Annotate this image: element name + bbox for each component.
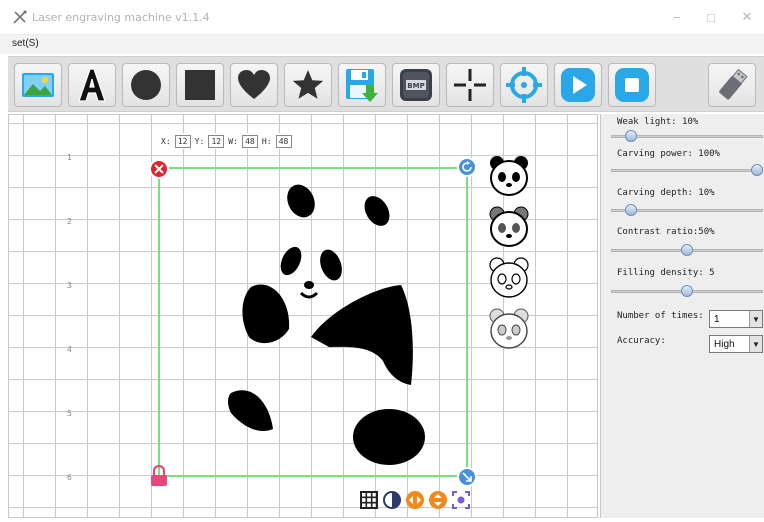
- circle-icon: [131, 70, 161, 100]
- image-edit-tools: [359, 490, 471, 510]
- target-button[interactable]: [500, 63, 548, 107]
- panda-thumb-light[interactable]: [487, 306, 531, 352]
- contrast-icon[interactable]: [382, 490, 402, 510]
- rotate-icon: [462, 161, 472, 172]
- panda-thumb-outline[interactable]: [487, 204, 531, 250]
- stop-button[interactable]: [608, 63, 656, 107]
- heart-shape-button[interactable]: [230, 63, 278, 107]
- chevron-down-icon: ▼: [749, 336, 762, 352]
- ruler-number: 3: [67, 281, 72, 290]
- w-label: W:: [228, 136, 238, 146]
- number-of-times-select[interactable]: 1 ▼: [709, 310, 763, 328]
- circle-shape-button[interactable]: [122, 63, 170, 107]
- resize-handle[interactable]: [457, 467, 477, 487]
- title-bar: Laser engraving machine v1.1.4 − □ ✕: [0, 0, 764, 34]
- lock-icon: [151, 465, 167, 486]
- play-icon: [561, 68, 595, 102]
- laser-app-icon: [13, 10, 27, 24]
- slider-knob[interactable]: [625, 204, 637, 216]
- chevron-down-icon: ▼: [749, 311, 762, 327]
- crosshair-icon: [454, 69, 486, 101]
- weak-light-slider[interactable]: [611, 130, 763, 142]
- filling-density-label: Filling density: 5: [617, 268, 715, 278]
- accuracy-select[interactable]: High ▼: [709, 335, 763, 353]
- square-shape-button[interactable]: [176, 63, 224, 107]
- contrast-ratio-slider[interactable]: [611, 244, 763, 256]
- carving-power-slider[interactable]: [611, 164, 763, 176]
- image-mode-thumbnails: [487, 153, 531, 357]
- flip-vertical-icon[interactable]: [428, 490, 448, 510]
- contrast-ratio-label: Contrast ratio:50%: [617, 227, 715, 237]
- y-label: Y:: [194, 136, 205, 146]
- selection-frame[interactable]: [158, 167, 468, 477]
- slider-knob[interactable]: [751, 164, 763, 176]
- stop-icon: [615, 68, 649, 102]
- lock-handle[interactable]: [150, 465, 168, 487]
- close-button[interactable]: ✕: [734, 6, 760, 28]
- accuracy-value: High: [714, 339, 735, 350]
- position-size-readout: X: 12 Y: 12 W: 48 H: 48: [159, 133, 294, 149]
- bmp-icon: BMP: [400, 69, 432, 101]
- ruler-number: 6: [67, 473, 72, 482]
- resize-arrow-icon: [462, 472, 472, 482]
- y-input[interactable]: 12: [208, 134, 225, 148]
- panda-thumb-sketch[interactable]: [487, 255, 531, 301]
- open-image-button[interactable]: [14, 63, 62, 107]
- x-label: X:: [161, 136, 171, 146]
- flip-horizontal-icon[interactable]: [405, 490, 425, 510]
- carving-depth-slider[interactable]: [611, 204, 763, 216]
- rotate-handle[interactable]: [457, 157, 477, 177]
- engraving-canvas[interactable]: 1 2 3 4 5 6 X: 12 Y: 12 W: 48 H: 48: [8, 114, 598, 518]
- center-icon[interactable]: [451, 490, 471, 510]
- delete-handle[interactable]: [149, 159, 169, 179]
- bmp-button[interactable]: BMP: [392, 63, 440, 107]
- accuracy-label: Accuracy:: [617, 336, 666, 346]
- number-of-times-value: 1: [714, 314, 720, 325]
- slider-track: [611, 169, 763, 172]
- slider-knob[interactable]: [625, 130, 637, 142]
- carving-depth-label: Carving depth: 10%: [617, 188, 715, 198]
- image-icon: [22, 73, 54, 97]
- slider-knob[interactable]: [681, 244, 693, 256]
- target-icon: [506, 67, 542, 103]
- width-input[interactable]: 48: [241, 134, 258, 148]
- crosshair-button[interactable]: [446, 63, 494, 107]
- height-input[interactable]: 48: [275, 134, 292, 148]
- menu-set[interactable]: set(S): [12, 38, 39, 49]
- window-title: Laser engraving machine v1.1.4: [32, 11, 210, 24]
- slider-knob[interactable]: [681, 285, 693, 297]
- save-download-icon: [346, 69, 378, 102]
- close-icon: [154, 164, 164, 174]
- bmp-label: BMP: [407, 82, 424, 90]
- toolbar: BMP: [8, 56, 764, 112]
- filling-density-slider[interactable]: [611, 285, 763, 297]
- ruler-number: 5: [67, 409, 72, 418]
- star-icon: [292, 70, 324, 99]
- weak-light-label: Weak light: 10%: [617, 117, 699, 127]
- menu-bar: set(S): [0, 34, 764, 54]
- star-shape-button[interactable]: [284, 63, 332, 107]
- ruler-number: 4: [67, 345, 72, 354]
- ruler-number: 1: [67, 153, 72, 162]
- settings-panel: Weak light: 10% Carving power: 100% Carv…: [600, 114, 764, 518]
- play-button[interactable]: [554, 63, 602, 107]
- heart-icon: [238, 70, 270, 99]
- text-button[interactable]: [68, 63, 116, 107]
- square-icon: [185, 70, 215, 100]
- maximize-button[interactable]: □: [698, 6, 724, 28]
- usb-icon: [719, 68, 748, 100]
- ruler-number: 2: [67, 217, 72, 226]
- save-button[interactable]: [338, 63, 386, 107]
- x-input[interactable]: 12: [174, 134, 191, 148]
- h-label: H:: [261, 136, 272, 146]
- minimize-button[interactable]: −: [664, 6, 690, 28]
- panda-thumb-bw[interactable]: [487, 153, 531, 199]
- number-of-times-label: Number of times:: [617, 311, 704, 321]
- grid-icon[interactable]: [359, 490, 379, 510]
- carving-power-label: Carving power: 100%: [617, 149, 720, 159]
- letter-a-icon: [78, 68, 106, 102]
- usb-connect-button[interactable]: [708, 63, 756, 107]
